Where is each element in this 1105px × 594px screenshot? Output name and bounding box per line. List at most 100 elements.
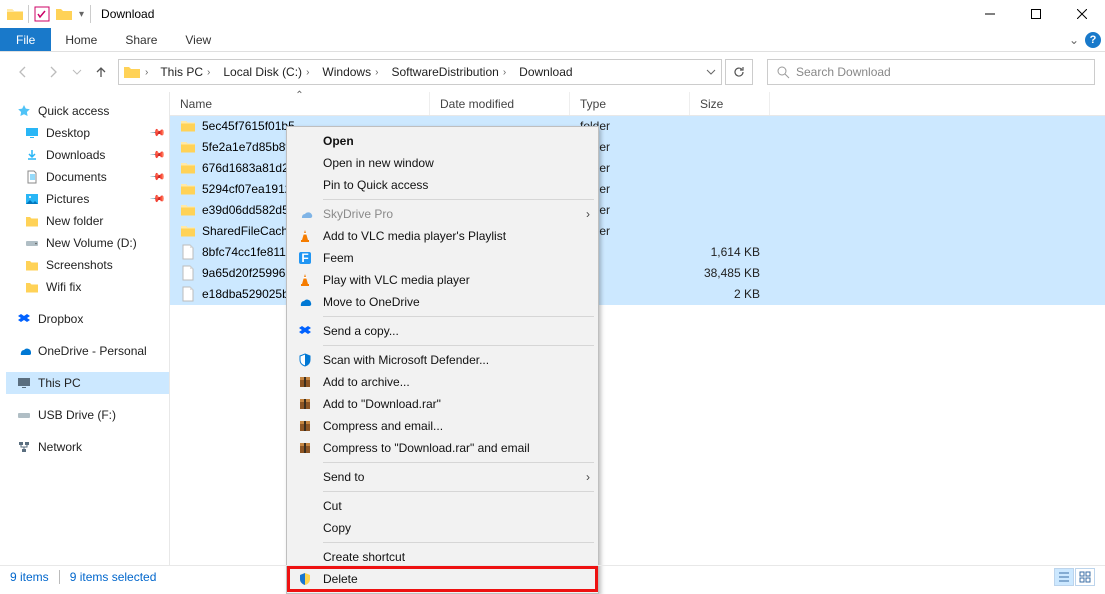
menu-item-open[interactable]: Open [289,130,596,152]
breadcrumb-segment[interactable]: Local Disk (C:)› [215,60,314,84]
nav-recent-dropdown[interactable] [70,59,84,85]
menu-item-compress-downloadrar-email[interactable]: Compress to "Download.rar" and email [289,437,596,459]
download-icon [24,147,40,163]
folder-icon [180,160,196,176]
address-dropdown[interactable] [701,60,721,84]
view-details-button[interactable] [1054,568,1074,586]
search-input[interactable]: Search Download [767,59,1095,85]
sidebar-item-desktop[interactable]: Desktop📌 [6,122,169,144]
qat-newfolder-icon[interactable] [55,5,73,23]
menu-item-skydrive[interactable]: SkyDrive Pro› [289,203,596,225]
network-icon [16,439,32,455]
breadcrumb-label: Windows [322,65,371,79]
menu-item-add-downloadrar[interactable]: Add to "Download.rar" [289,393,596,415]
menu-item-copy[interactable]: Copy [289,517,596,539]
folder-icon [180,223,196,239]
sidebar-item-network[interactable]: Network [6,436,169,458]
menu-item-open-new-window[interactable]: Open in new window [289,152,596,174]
menu-item-send-to[interactable]: Send to› [289,466,596,488]
minimize-button[interactable] [967,0,1013,28]
nav-forward-button[interactable] [40,59,66,85]
ribbon-expand-icon[interactable]: ⌄ [1069,33,1079,47]
sidebar-item-screenshots[interactable]: Screenshots [6,254,169,276]
star-icon [16,103,32,119]
sidebar-item-label: OneDrive - Personal [38,344,147,358]
breadcrumb-segment[interactable]: Windows › [314,60,383,84]
breadcrumb-segment[interactable]: This PC › [152,60,215,84]
menu-item-move-onedrive[interactable]: Move to OneDrive [289,291,596,313]
sidebar-item-downloads[interactable]: Downloads📌 [6,144,169,166]
file-name: e18dba529025b [202,287,289,301]
breadcrumb-segment[interactable]: SoftwareDistribution› [383,60,511,84]
folder-icon [180,139,196,155]
file-icon [180,265,196,281]
pin-icon: 📌 [148,191,165,208]
shield-icon [295,350,315,370]
file-name: 9a65d20f259968 [202,266,292,280]
winrar-icon [295,394,315,414]
sidebar-item-newfolder[interactable]: New folder [6,210,169,232]
close-button[interactable] [1059,0,1105,28]
nav-row: › This PC › Local Disk (C:)› Windows › Sof… [0,52,1105,92]
file-size: 1,614 KB [690,245,770,259]
menu-item-add-archive[interactable]: Add to archive... [289,371,596,393]
sidebar-item-dropbox[interactable]: Dropbox [6,308,169,330]
status-selected: 9 items selected [70,570,157,584]
chevron-right-icon[interactable]: › [503,67,506,78]
refresh-button[interactable] [725,59,753,85]
chevron-right-icon[interactable]: › [375,67,378,78]
sidebar-item-onedrive[interactable]: OneDrive - Personal [6,340,169,362]
column-header-size[interactable]: Size [690,92,770,115]
chevron-right-icon[interactable]: › [207,67,210,78]
tab-view[interactable]: View [171,28,225,51]
view-large-icons-button[interactable] [1075,568,1095,586]
column-header-date[interactable]: Date modified [430,92,570,115]
cloud-icon [295,204,315,224]
sidebar-item-label: Dropbox [38,312,83,326]
tab-home[interactable]: Home [51,28,111,51]
folder-icon [24,213,40,229]
menu-item-play-vlc[interactable]: Play with VLC media player [289,269,596,291]
sidebar-item-usb[interactable]: USB Drive (F:) [6,404,169,426]
address-bar[interactable]: › This PC › Local Disk (C:)› Windows › Sof… [118,59,722,85]
menu-item-cut[interactable]: Cut [289,495,596,517]
sidebar-item-label: Wifi fix [46,280,81,294]
window-title: Download [91,7,154,21]
sidebar-item-newvolume[interactable]: New Volume (D:) [6,232,169,254]
chevron-right-icon[interactable]: › [145,67,148,78]
sidebar-item-quickaccess[interactable]: Quick access [6,100,169,122]
menu-item-feem[interactable]: FFeem [289,247,596,269]
menu-item-send-copy[interactable]: Send a copy... [289,320,596,342]
column-header-type[interactable]: Type [570,92,690,115]
pin-icon: 📌 [148,125,165,142]
qat-dropdown-icon[interactable]: ▾ [77,9,86,20]
dropbox-icon [16,311,32,327]
folder-icon [6,5,24,23]
menu-item-add-vlc-playlist[interactable]: Add to VLC media player's Playlist [289,225,596,247]
menu-item-compress-email[interactable]: Compress and email... [289,415,596,437]
menu-item-pin-quickaccess[interactable]: Pin to Quick access [289,174,596,196]
chevron-right-icon: › [580,207,596,221]
sidebar-item-documents[interactable]: Documents📌 [6,166,169,188]
column-header-name[interactable]: Name⌃ [170,92,430,115]
maximize-button[interactable] [1013,0,1059,28]
nav-back-button[interactable] [10,59,36,85]
sidebar-item-wififix[interactable]: Wifi fix [6,276,169,298]
qat-properties-icon[interactable] [33,5,51,23]
menu-item-scan-defender[interactable]: Scan with Microsoft Defender... [289,349,596,371]
breadcrumb-segment[interactable]: Download [511,60,577,84]
ribbon-tabs: File Home Share View ⌄ ? [0,28,1105,52]
svg-text:F: F [301,251,308,265]
sidebar-item-thispc[interactable]: This PC [6,372,169,394]
sidebar-item-pictures[interactable]: Pictures📌 [6,188,169,210]
chevron-right-icon[interactable]: › [306,67,309,78]
file-name: SharedFileCache [202,224,295,238]
tab-file[interactable]: File [0,28,51,51]
sidebar-item-label: Documents [46,170,107,184]
file-size: 38,485 KB [690,266,770,280]
breadcrumb-label: This PC [160,65,203,79]
help-button[interactable]: ? [1085,32,1101,48]
tab-share[interactable]: Share [111,28,171,51]
nav-up-button[interactable] [88,59,114,85]
file-icon [180,286,196,302]
